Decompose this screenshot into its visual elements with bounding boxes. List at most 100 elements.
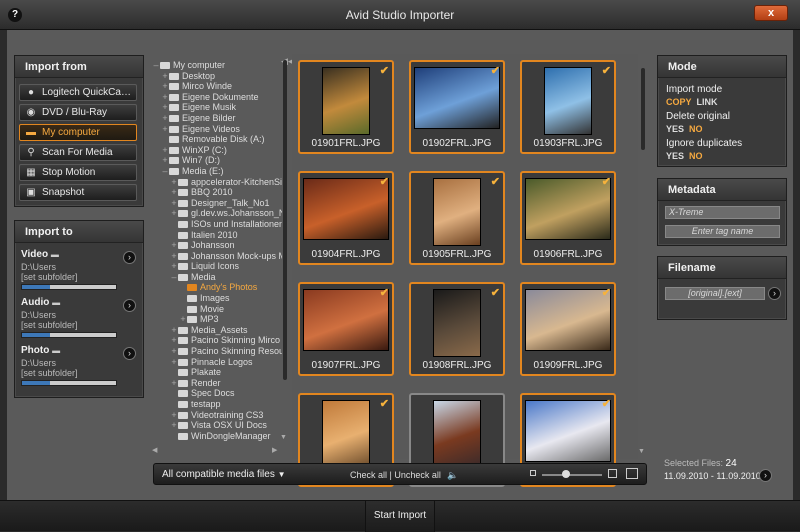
tree-item[interactable]: + Videotraining CS3 (152, 410, 282, 421)
media-thumbnail[interactable]: ✔ 01902FRL.JPG (409, 60, 505, 154)
target-options-button[interactable]: › (123, 347, 136, 360)
tree-item[interactable]: + BBQ 2010 (152, 187, 282, 198)
filename-options-button[interactable]: › (768, 287, 781, 300)
tree-item[interactable]: + WinXP (C:) (152, 145, 282, 156)
zoom-in-icon[interactable] (608, 469, 617, 478)
target-options-button[interactable]: › (123, 299, 136, 312)
close-button[interactable]: x (754, 5, 788, 21)
expand-toggle-icon[interactable]: + (170, 198, 178, 209)
expand-toggle-icon[interactable]: + (170, 410, 178, 421)
tree-item[interactable]: Spec Docs (152, 388, 282, 399)
start-import-button[interactable]: Start Import (365, 501, 435, 532)
expand-toggle-icon[interactable]: + (170, 208, 178, 219)
tree-item[interactable]: + Media_Assets (152, 325, 282, 336)
import-target-subfolder[interactable]: [set subfolder] (21, 320, 78, 330)
checkmark-icon[interactable]: ✔ (491, 64, 500, 77)
tree-item[interactable]: Andy's Photos (152, 282, 282, 293)
expand-toggle-icon[interactable]: + (170, 346, 178, 357)
expand-toggle-icon[interactable]: + (161, 155, 169, 166)
delete-no-option[interactable]: NO (689, 124, 703, 134)
uncheck-all-link[interactable]: Uncheck all (394, 470, 441, 480)
fullscreen-icon[interactable] (626, 468, 638, 479)
expand-toggle-icon[interactable]: + (170, 251, 178, 262)
expand-toggle-icon[interactable]: + (170, 177, 178, 188)
zoom-slider-knob[interactable] (562, 470, 570, 478)
tree-item[interactable]: – Media (E:) (152, 166, 282, 177)
tree-scroll-left-arrow[interactable]: ◀ (152, 446, 157, 454)
tree-item[interactable]: Removable Disk (A:) (152, 134, 282, 145)
ignore-yes-option[interactable]: YES (666, 151, 684, 161)
tree-item[interactable]: + Vista OSX UI Docs (152, 420, 282, 431)
media-thumbnail[interactable]: ✔ 01906FRL.JPG (520, 171, 616, 265)
tree-item[interactable]: + Liquid Icons (152, 261, 282, 272)
expand-toggle-icon[interactable]: + (161, 113, 169, 124)
tree-item[interactable]: + Desktop (152, 71, 282, 82)
source-button-3[interactable]: ⚲ Scan For Media (19, 144, 137, 161)
media-thumbnail[interactable]: ✔ 01909FRL.JPG (520, 282, 616, 376)
tree-item[interactable]: + Eigene Musik (152, 102, 282, 113)
expand-toggle-icon[interactable]: + (170, 325, 178, 336)
source-button-1[interactable]: ◉ DVD / Blu-Ray (19, 104, 137, 121)
tree-item[interactable]: + Pinnacle Logos (152, 357, 282, 368)
tree-item[interactable]: ISOs und Installationen (152, 219, 282, 230)
tree-item[interactable]: + Pacino Skinning Resource (152, 346, 282, 357)
tree-item[interactable]: WinDongleManager (152, 431, 282, 442)
tree-scroll-thumb[interactable] (283, 60, 287, 380)
expand-toggle-icon[interactable]: + (161, 124, 169, 135)
tree-scroll-down-arrow[interactable]: ▼ (280, 434, 287, 441)
source-button-5[interactable]: ▣ Snapshot (19, 184, 137, 201)
tree-item[interactable]: + Eigene Videos (152, 124, 282, 135)
tree-item[interactable]: Plakate (152, 367, 282, 378)
media-thumbnail[interactable]: ✔ 01908FRL.JPG (409, 282, 505, 376)
checkmark-icon[interactable]: ✔ (380, 286, 389, 299)
checkmark-icon[interactable]: ✔ (602, 175, 611, 188)
media-thumbnail[interactable]: ✔ 01903FRL.JPG (520, 60, 616, 154)
tree-item[interactable]: + MP3 (152, 314, 282, 325)
tree-item[interactable]: Italien 2010 (152, 230, 282, 241)
expand-toggle-icon[interactable]: + (161, 71, 169, 82)
checkmark-icon[interactable]: ✔ (491, 175, 500, 188)
expand-toggle-icon[interactable]: + (170, 240, 178, 251)
filename-pattern-field[interactable]: [original].[ext] (665, 287, 765, 300)
tree-item[interactable]: + Designer_Talk_No1 (152, 198, 282, 209)
zoom-slider[interactable] (542, 474, 602, 476)
tree-item[interactable]: – Media (152, 272, 282, 283)
tree-item[interactable]: + Eigene Bilder (152, 113, 282, 124)
import-target-subfolder[interactable]: [set subfolder] (21, 272, 78, 282)
expand-toggle-icon[interactable]: + (161, 81, 169, 92)
expand-toggle-icon[interactable]: + (170, 357, 178, 368)
expand-toggle-icon[interactable]: + (170, 261, 178, 272)
zoom-out-icon[interactable] (530, 470, 536, 476)
checkmark-icon[interactable]: ✔ (602, 286, 611, 299)
source-button-0[interactable]: ● Logitech QuickCam E... (19, 84, 137, 101)
speaker-icon[interactable]: 🔈 (447, 470, 458, 480)
tree-item[interactable]: + Mirco Winde (152, 81, 282, 92)
expand-toggle-icon[interactable]: – (152, 60, 160, 71)
checkmark-icon[interactable]: ✔ (380, 64, 389, 77)
tree-item[interactable]: Images (152, 293, 282, 304)
link-option[interactable]: LINK (697, 97, 718, 107)
media-thumbnail[interactable]: ✔ 01905FRL.JPG (409, 171, 505, 265)
import-target-subfolder[interactable]: [set subfolder] (21, 368, 78, 378)
media-thumbnail[interactable]: ✔ 01907FRL.JPG (298, 282, 394, 376)
delete-yes-option[interactable]: YES (666, 124, 684, 134)
expand-toggle-icon[interactable]: + (170, 335, 178, 346)
expand-toggle-icon[interactable]: + (170, 378, 178, 389)
tag-name-field[interactable]: Enter tag name (665, 225, 780, 238)
date-range-button[interactable]: › (759, 469, 772, 482)
tree-item[interactable]: + Johansson Mock-ups Mirc (152, 251, 282, 262)
tree-item[interactable]: + Win7 (D:) (152, 155, 282, 166)
media-filter-dropdown[interactable]: All compatible media files ▼ (162, 469, 286, 480)
expand-toggle-icon[interactable]: + (161, 102, 169, 113)
expand-toggle-icon[interactable]: + (179, 314, 187, 325)
media-thumbnail[interactable]: ✔ 01904FRL.JPG (298, 171, 394, 265)
expand-toggle-icon[interactable]: + (161, 92, 169, 103)
tree-item[interactable]: + Johansson (152, 240, 282, 251)
checkmark-icon[interactable]: ✔ (380, 175, 389, 188)
expand-toggle-icon[interactable]: – (170, 272, 178, 283)
ignore-no-option[interactable]: NO (689, 151, 703, 161)
target-options-button[interactable]: › (123, 251, 136, 264)
expand-toggle-icon[interactable]: – (161, 166, 169, 177)
checkmark-icon[interactable]: ✔ (602, 397, 611, 410)
expand-toggle-icon[interactable]: + (170, 420, 178, 431)
